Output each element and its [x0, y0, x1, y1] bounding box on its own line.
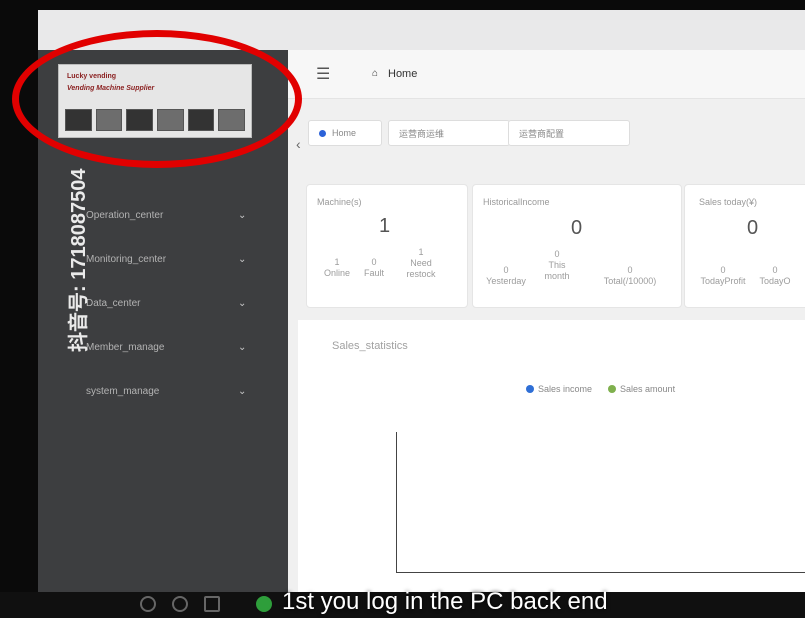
tab-label: 运营商运维 [399, 128, 445, 139]
tab-operator-maintenance[interactable]: 运营商运维 [388, 120, 510, 146]
breadcrumb-home[interactable]: Home [388, 68, 417, 80]
online-stat: 1 Online [323, 257, 350, 278]
yesterday-stat: 0 Yesterday [486, 265, 526, 286]
circle-icon[interactable] [172, 596, 188, 612]
sidebar-item-system-manage[interactable]: system_manage [86, 386, 159, 397]
today-orders-stat: 0 TodayO [759, 265, 791, 286]
today-profit-stat: 0 TodayProfit [700, 265, 746, 286]
app-icon[interactable] [256, 596, 272, 612]
active-dot-icon [319, 129, 326, 137]
sales-statistics-title: Sales_statistics [332, 340, 408, 352]
legend-income-label[interactable]: Sales income [538, 384, 592, 394]
historical-total: 0 [571, 217, 583, 239]
main-content: ☰ ⌂ Home Home 运营商运维 运营商配置 Machine(s) 1 1… [288, 50, 805, 604]
chart-x-axis [396, 572, 805, 573]
this-month-stat: 0 This month [544, 249, 570, 281]
historical-income-card: HistoricalIncome 0 0 Yesterday 0 This mont… [472, 184, 682, 308]
restock-stat: 1 Need restock [406, 247, 436, 279]
collapse-arrow-icon[interactable]: ‹ [296, 136, 301, 152]
tab-bar: Home 运营商运维 运营商配置 [288, 110, 805, 146]
fault-stat: 0 Fault [363, 257, 384, 278]
chart-legend: Sales income Sales amount [526, 384, 675, 394]
sidebar-item-data-center[interactable]: Data_center [86, 298, 140, 309]
chevron-down-icon[interactable]: ⌄ [238, 386, 246, 397]
legend-amount-label[interactable]: Sales amount [620, 384, 675, 394]
home-icon: ⌂ [372, 68, 379, 79]
tab-operator-config[interactable]: 运营商配置 [508, 120, 630, 146]
legend-income-marker [526, 385, 534, 393]
highlight-oval-annotation [12, 30, 302, 168]
menu-toggle-icon[interactable]: ☰ [316, 64, 330, 84]
chevron-down-icon[interactable]: ⌄ [238, 254, 246, 265]
sidebar-item-member-manage[interactable]: Member_manage [86, 342, 164, 353]
sales-today-total: 0 [747, 217, 759, 239]
sales-statistics-panel: Sales_statistics Sales income Sales amou… [298, 320, 805, 604]
sales-today-card: Sales today(¥) 0 0 TodayProfit 0 TodayO [684, 184, 805, 308]
chevron-down-icon[interactable]: ⌄ [238, 342, 246, 353]
search-icon[interactable] [140, 596, 156, 612]
video-caption: 1st you log in the PC back end [282, 588, 608, 615]
machines-total: 1 [379, 215, 391, 237]
machines-card: Machine(s) 1 1 Online 0 Fault 1 Need restoc… [306, 184, 468, 308]
card-title: HistoricalIncome [483, 197, 550, 207]
chart-y-axis [396, 432, 397, 572]
card-title: Machine(s) [317, 197, 362, 207]
tab-label: 运营商配置 [519, 128, 565, 139]
watermark-text: 抖音号: 1718087504 [68, 168, 90, 352]
chevron-down-icon[interactable]: ⌄ [238, 298, 246, 309]
card-title: Sales today(¥) [699, 197, 758, 207]
sidebar-item-operation-center[interactable]: Operation_center [86, 210, 163, 221]
legend-amount-marker [608, 385, 617, 393]
sidebar-item-monitoring-center[interactable]: Monitoring_center [86, 254, 166, 265]
chevron-down-icon[interactable]: ⌄ [238, 210, 246, 221]
tab-home-label: Home [332, 128, 357, 138]
task-view-icon[interactable] [204, 596, 220, 612]
top-bar: ☰ ⌂ Home [288, 50, 805, 99]
tab-home[interactable]: Home [308, 120, 382, 146]
total-stat: 0 Total(/10000) [603, 265, 657, 286]
